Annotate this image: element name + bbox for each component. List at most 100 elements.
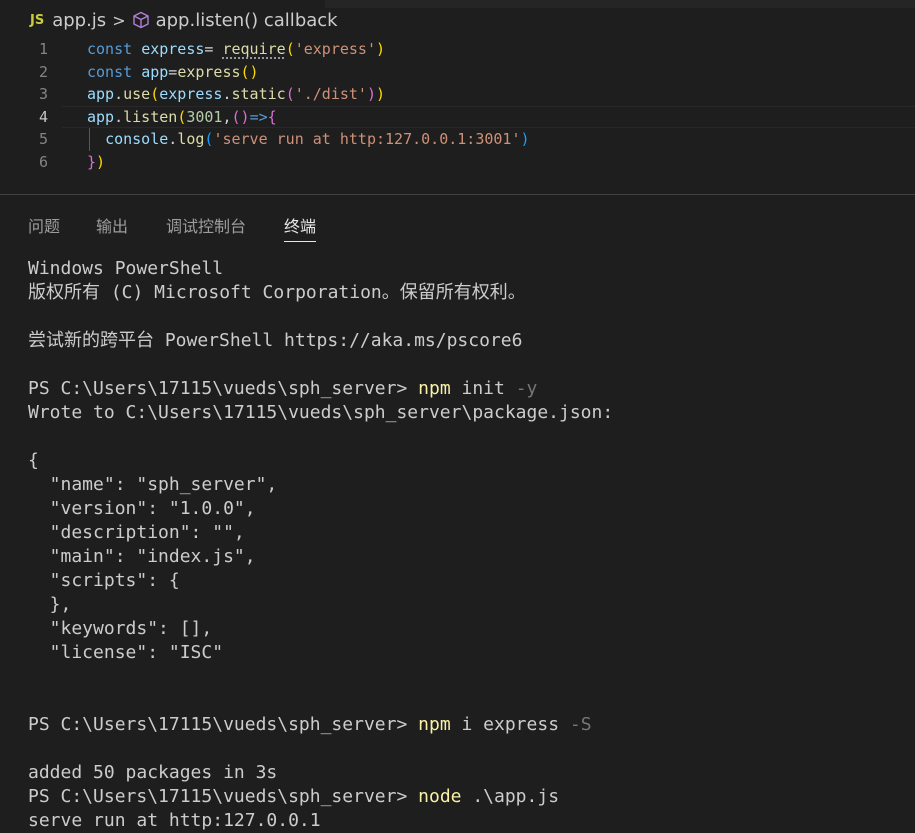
code-token: console bbox=[105, 130, 169, 149]
terminal-line: { bbox=[28, 449, 908, 473]
terminal-text: PS C:\Users\17115\vueds\sph_server> bbox=[28, 786, 419, 807]
terminal-line: "license": "ISC" bbox=[28, 641, 908, 665]
terminal-line: added 50 packages in 3s bbox=[28, 761, 908, 785]
code-token: ( bbox=[177, 107, 187, 126]
terminal-output[interactable]: Windows PowerShell 版权所有 (C) Microsoft Cor… bbox=[28, 257, 908, 833]
terminal-text: "license": "ISC" bbox=[28, 642, 224, 663]
code-token: ( bbox=[285, 85, 295, 104]
terminal-text: Wrote to C:\Users\17115\vueds\sph_server… bbox=[28, 402, 614, 423]
terminal-text: -S bbox=[569, 714, 592, 735]
code-token: app bbox=[87, 107, 115, 126]
terminal-line: "scripts": { bbox=[28, 569, 908, 593]
terminal-text: node bbox=[418, 786, 462, 807]
method-cube-icon bbox=[132, 11, 150, 29]
code-token: . bbox=[114, 107, 124, 126]
terminal-text: "description": "", bbox=[28, 522, 245, 543]
terminal-text: "scripts": { bbox=[28, 570, 180, 591]
line-number: 5 bbox=[38, 130, 48, 149]
line-number: 4 bbox=[38, 107, 48, 126]
code-token: app bbox=[87, 85, 115, 104]
code-token: ) bbox=[520, 130, 530, 149]
panel-tab[interactable]: 终端 bbox=[284, 213, 317, 242]
code-text: }) bbox=[87, 151, 105, 174]
line-number: 2 bbox=[38, 62, 48, 81]
terminal-text: 版权所有 (C) Microsoft Corporation。保留所有权利。 bbox=[28, 282, 526, 303]
code-line[interactable]: 4 app.listen(3001,()=>{ bbox=[0, 105, 915, 129]
code-token: require bbox=[222, 40, 286, 58]
code-line[interactable]: 1 const express= require('express') bbox=[0, 38, 915, 61]
code-token: express bbox=[141, 40, 205, 58]
terminal-text: 尝试新的跨平台 PowerShell https://aka.ms/pscore… bbox=[28, 330, 523, 351]
code-line[interactable]: 6}) bbox=[0, 151, 915, 174]
terminal-line: PS C:\Users\17115\vueds\sph_server> npm … bbox=[28, 713, 908, 737]
terminal-line: PS C:\Users\17115\vueds\sph_server> npm … bbox=[28, 377, 908, 401]
code-token: = bbox=[168, 62, 178, 81]
breadcrumb-symbol[interactable]: app.listen() callback bbox=[156, 10, 338, 31]
code-line[interactable]: 5 console.log('serve run at http:127.0.0… bbox=[0, 128, 915, 151]
code-token: . bbox=[168, 130, 178, 149]
terminal-line: serve run at http:127.0.0.1 bbox=[28, 809, 908, 833]
breadcrumb-separator: > bbox=[112, 10, 126, 30]
code-token: 3001 bbox=[186, 107, 223, 126]
terminal-text: init bbox=[450, 378, 516, 399]
code-token: use bbox=[123, 85, 151, 104]
code-token: , bbox=[222, 107, 232, 126]
line-number: 1 bbox=[38, 40, 48, 58]
line-number: 3 bbox=[38, 85, 48, 104]
panel-tab[interactable]: 调试控制台 bbox=[166, 213, 246, 241]
terminal-line: 尝试新的跨平台 PowerShell https://aka.ms/pscore… bbox=[28, 329, 908, 353]
terminal-text: PS C:\Users\17115\vueds\sph_server> bbox=[28, 378, 419, 399]
breadcrumb: JS app.js > app.listen() callback bbox=[0, 0, 915, 40]
code-line[interactable]: 3 app.use(express.static('./dist')) bbox=[0, 83, 915, 106]
code-token: log bbox=[177, 130, 205, 149]
code-token: } bbox=[87, 152, 97, 171]
terminal-text: added 50 packages in 3s bbox=[28, 762, 278, 783]
terminal-text: npm bbox=[418, 378, 451, 399]
code-token: const bbox=[87, 62, 142, 81]
terminal-text: { bbox=[28, 450, 39, 471]
code-token: () bbox=[240, 62, 259, 81]
code-token: = bbox=[204, 40, 223, 58]
terminal-line: "main": "index.js", bbox=[28, 545, 908, 569]
code-token: . bbox=[114, 85, 124, 104]
code-token: ) bbox=[96, 152, 106, 171]
code-text: app.listen(3001,()=>{ bbox=[87, 106, 277, 129]
terminal-text: serve run at http:127.0.0.1 bbox=[28, 810, 321, 831]
code-text: const express= require('express') bbox=[87, 38, 385, 61]
code-token: ) bbox=[376, 40, 386, 58]
code-text: app.use(express.static('./dist')) bbox=[87, 83, 385, 106]
code-token: express bbox=[159, 85, 223, 104]
code-area[interactable]: 1 const express= require('express') 2 const… bbox=[0, 38, 915, 174]
terminal-line: PS C:\Users\17115\vueds\sph_server> node… bbox=[28, 785, 908, 809]
code-editor[interactable]: JS app.js > app.listen() callback 1 const… bbox=[0, 0, 915, 195]
terminal-text: "version": "1.0.0", bbox=[28, 498, 256, 519]
code-line[interactable]: 2 const app=express() bbox=[0, 61, 915, 84]
breadcrumb-file[interactable]: app.js bbox=[52, 10, 106, 31]
code-token: () bbox=[231, 107, 250, 126]
panel-tab[interactable]: 输出 bbox=[96, 213, 128, 241]
panel-tab-bar: 问题 输出 调试控制台 终端 bbox=[0, 195, 915, 245]
terminal-text: "main": "index.js", bbox=[28, 546, 256, 567]
code-token: { bbox=[267, 107, 277, 126]
terminal-text: -y bbox=[515, 378, 538, 399]
code-token: app bbox=[141, 62, 169, 81]
code-token: ) bbox=[366, 85, 376, 104]
tab-strip-background bbox=[325, 0, 915, 8]
code-token: ) bbox=[376, 85, 386, 104]
code-token: './dist' bbox=[294, 85, 367, 104]
terminal-text: npm bbox=[418, 714, 451, 735]
terminal-text: i express bbox=[450, 714, 570, 735]
code-token: listen bbox=[123, 107, 178, 126]
code-token: express bbox=[177, 62, 241, 81]
panel-tab[interactable]: 问题 bbox=[28, 213, 60, 241]
terminal-text: "name": "sph_server", bbox=[28, 474, 278, 495]
terminal-line: "version": "1.0.0", bbox=[28, 497, 908, 521]
terminal-line: Windows PowerShell bbox=[28, 257, 908, 281]
